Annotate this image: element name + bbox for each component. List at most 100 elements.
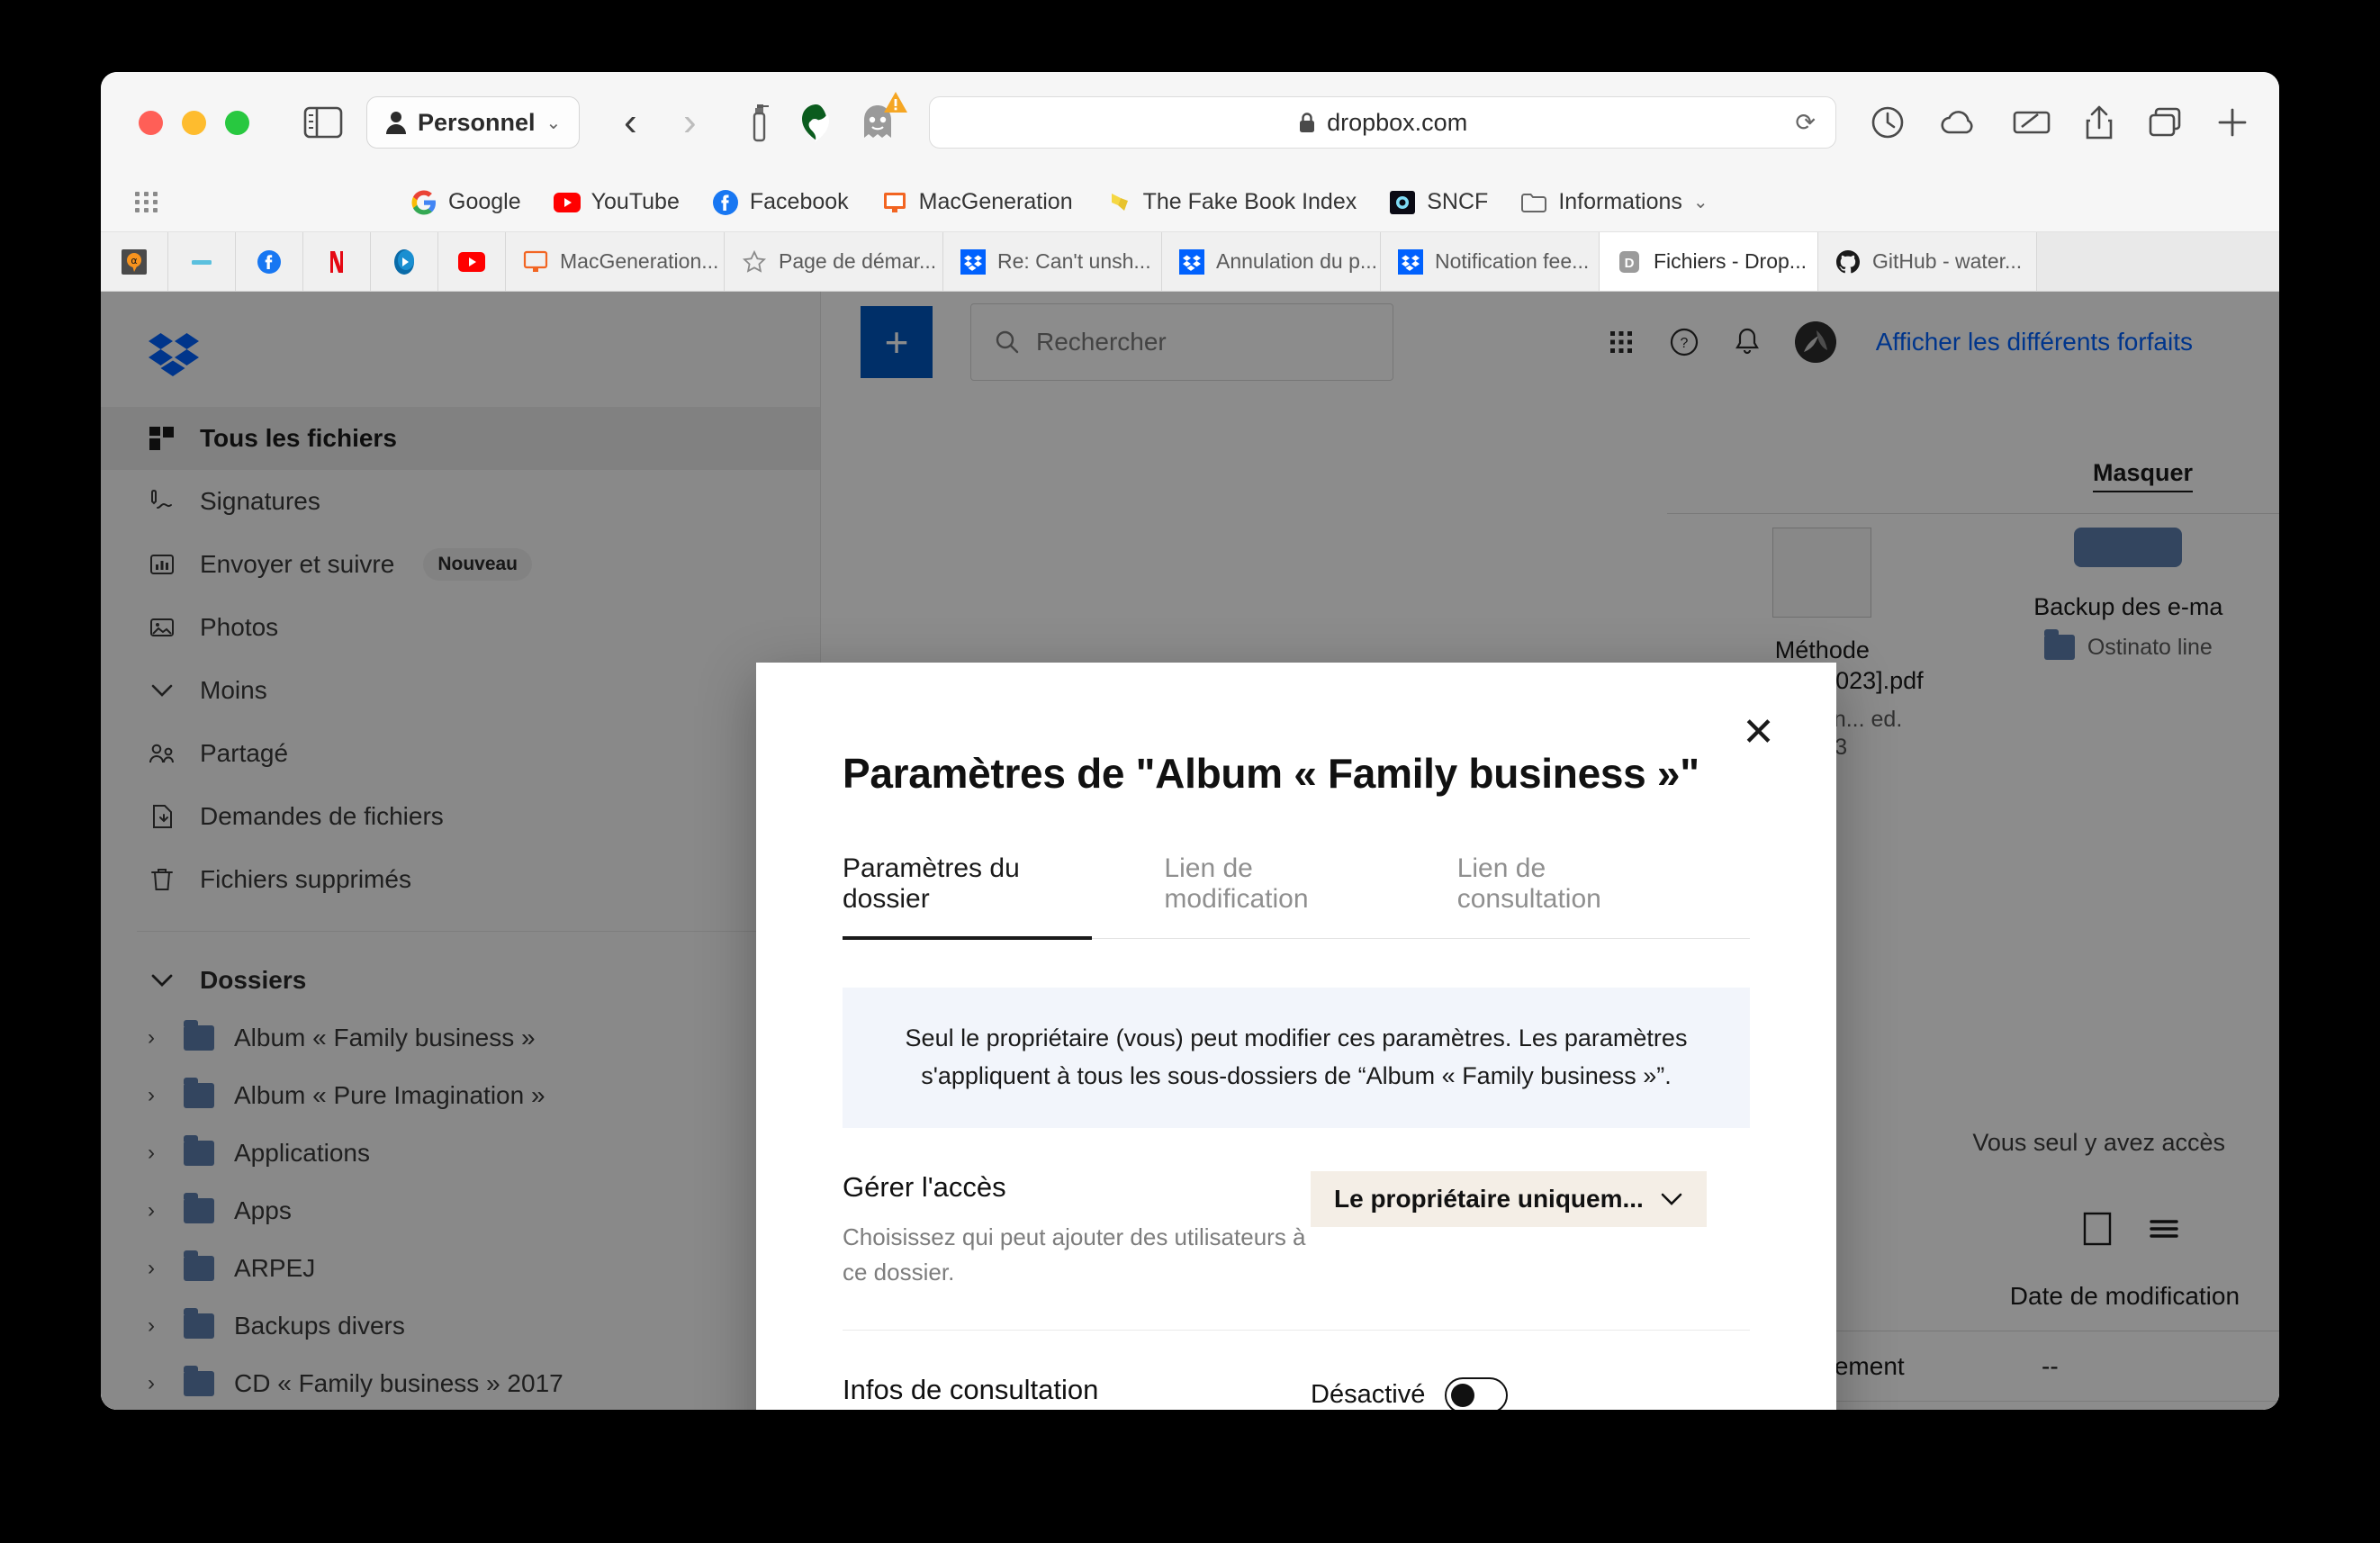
extension-icons — [745, 92, 908, 143]
setting-title: Infos de consultation — [843, 1373, 1099, 1405]
manage-access-value: Le propriétaire uniquem... — [1334, 1184, 1644, 1213]
tab-github[interactable]: GitHub - water... — [1818, 232, 2037, 291]
tab-pinned-netflix[interactable] — [303, 232, 371, 291]
toolbar-right-icons — [1871, 104, 2254, 140]
tab-pinned-facebook[interactable] — [236, 232, 303, 291]
ghostery-icon[interactable] — [861, 92, 908, 142]
bookmark-informations[interactable]: Informations ⌄ — [1520, 189, 1708, 216]
bookmark-label: SNCF — [1427, 189, 1489, 214]
close-icon[interactable]: ✕ — [1742, 713, 1775, 753]
bookmark-sncf[interactable]: SNCF — [1389, 189, 1488, 216]
cleaner-spray-icon[interactable] — [745, 102, 772, 143]
bookmark-label: Facebook — [749, 189, 849, 214]
toggle-knob — [1451, 1383, 1475, 1407]
tabs-overview-icon[interactable] — [2148, 106, 2182, 139]
bookmark-list: Google YouTube Facebook MacGeneration Th… — [410, 189, 1708, 216]
manage-access-select[interactable]: Le propriétaire uniquem... — [1311, 1170, 1707, 1227]
new-tab-icon[interactable] — [2216, 106, 2249, 139]
grammarly-icon[interactable] — [799, 103, 834, 142]
google-icon — [410, 189, 437, 216]
toggle-state-label: Désactivé — [1311, 1380, 1426, 1410]
back-button[interactable]: ‹ — [605, 103, 655, 142]
dropbox-doc-icon: D — [1616, 248, 1643, 275]
lock-icon — [1298, 112, 1316, 134]
history-icon[interactable] — [1871, 105, 1905, 140]
sidebar-toggle-icon[interactable] — [303, 105, 343, 140]
tab-page-demarrage[interactable]: Page de démar... — [725, 232, 943, 291]
tab-lien-de-consultation[interactable]: Lien de consultation — [1457, 853, 1730, 938]
dropbox-icon — [1178, 248, 1205, 275]
viewer-info-toggle[interactable] — [1445, 1376, 1509, 1410]
bookmark-youtube[interactable]: YouTube — [553, 189, 680, 216]
bookmark-google[interactable]: Google — [410, 189, 521, 216]
modal-title: Paramètres de "Album « Family business »… — [843, 750, 1699, 797]
tab-macgeneration[interactable]: MacGeneration... — [506, 232, 725, 291]
tab-parametres-du-dossier[interactable]: Paramètres du dossier — [843, 853, 1144, 940]
tab-label: Fichiers - Drop... — [1654, 249, 1807, 273]
tab-label: GitHub - water... — [1872, 249, 2023, 273]
youtube-icon — [458, 248, 485, 275]
address-bar[interactable]: dropbox.com ⟳ — [929, 96, 1836, 149]
tab-label: Re: Can't unsh... — [997, 249, 1151, 273]
tab-fichiers-dropbox[interactable]: D Fichiers - Drop... — [1600, 232, 1818, 291]
tab-annulation[interactable]: Annulation du p... — [1162, 232, 1381, 291]
folder-icon — [1520, 189, 1547, 216]
apps-grid-icon[interactable] — [135, 192, 158, 212]
dropbox-icon — [1397, 248, 1424, 275]
chevron-down-icon: ⌄ — [1692, 193, 1708, 212]
tab-pinned-youtube[interactable] — [438, 232, 506, 291]
modal-tabs: Paramètres du dossier Lien de modificati… — [843, 853, 1750, 940]
setting-viewer-info: Infos de consultation Montrez aux utilis… — [843, 1329, 1750, 1410]
maximize-window-button[interactable] — [225, 110, 249, 135]
facebook-icon — [712, 189, 739, 216]
svg-text:D: D — [1625, 256, 1635, 271]
player-icon — [391, 248, 418, 275]
tab-label: MacGeneration... — [560, 249, 719, 273]
reload-icon[interactable]: ⟳ — [1795, 109, 1816, 137]
fakebook-icon — [1105, 189, 1132, 216]
icloud-icon[interactable] — [1939, 107, 1979, 138]
dropbox-icon — [960, 248, 987, 275]
share-icon[interactable] — [2085, 104, 2114, 140]
folder-settings-modal: ✕ Paramètres de "Album « Family business… — [756, 663, 1836, 1410]
setting-text: Infos de consultation Montrez aux utilis… — [843, 1374, 1311, 1410]
window-controls — [139, 110, 249, 135]
facebook-icon — [256, 248, 283, 275]
bookmark-label: YouTube — [590, 189, 680, 214]
forward-button[interactable]: › — [664, 103, 715, 142]
tab-lien-de-modification[interactable]: Lien de modification — [1164, 853, 1437, 938]
tab-notification-fee[interactable]: Notification fee... — [1381, 232, 1600, 291]
dash-icon — [188, 248, 215, 275]
chevron-down-icon: ⌄ — [545, 113, 562, 133]
tab-pinned-dash[interactable] — [168, 232, 236, 291]
minimize-window-button[interactable] — [182, 110, 206, 135]
bookmark-facebook[interactable]: Facebook — [712, 189, 849, 216]
profile-chip[interactable]: Personnel ⌄ — [366, 96, 581, 149]
tab-label: Annulation du p... — [1216, 249, 1378, 273]
close-window-button[interactable] — [139, 110, 163, 135]
bookmark-fakebook[interactable]: The Fake Book Index — [1105, 189, 1357, 216]
setting-text: Gérer l'accès Choisissez qui peut ajoute… — [843, 1171, 1311, 1290]
edit-icon[interactable] — [2013, 107, 2051, 138]
navigation-buttons: ‹ › — [605, 103, 715, 142]
browser-window: Personnel ⌄ ‹ › dropbox.com ⟳ Google You… — [101, 72, 2279, 1410]
tab-pinned-alpha[interactable]: α — [101, 232, 168, 291]
bookmark-label: Informations — [1558, 189, 1682, 214]
bookmark-macgeneration[interactable]: MacGeneration — [881, 189, 1073, 216]
youtube-icon — [553, 189, 581, 216]
tab-label: Page de démar... — [779, 249, 937, 273]
bookmark-label: Google — [448, 189, 521, 214]
warning-badge-icon — [882, 90, 909, 115]
owner-notice: Seul le propriétaire (vous) peut modifie… — [843, 988, 1750, 1128]
setting-title: Gérer l'accès — [843, 1170, 1006, 1203]
github-icon — [1835, 248, 1862, 275]
dropbox-page: Tous les fichiers Signatures Envoyer et … — [101, 292, 2279, 1410]
tab-label: Notification fee... — [1435, 249, 1590, 273]
svg-text:α: α — [131, 255, 137, 266]
browser-toolbar: Personnel ⌄ ‹ › dropbox.com ⟳ — [101, 72, 2279, 173]
setting-manage-access: Gérer l'accès Choisissez qui peut ajoute… — [843, 1128, 1750, 1330]
tab-re-cant-unshare[interactable]: Re: Can't unsh... — [943, 232, 1162, 291]
tab-strip: α MacGeneration... Page de démar... Re: … — [101, 232, 2279, 292]
tab-pinned-player[interactable] — [371, 232, 438, 291]
star-icon — [741, 248, 768, 275]
